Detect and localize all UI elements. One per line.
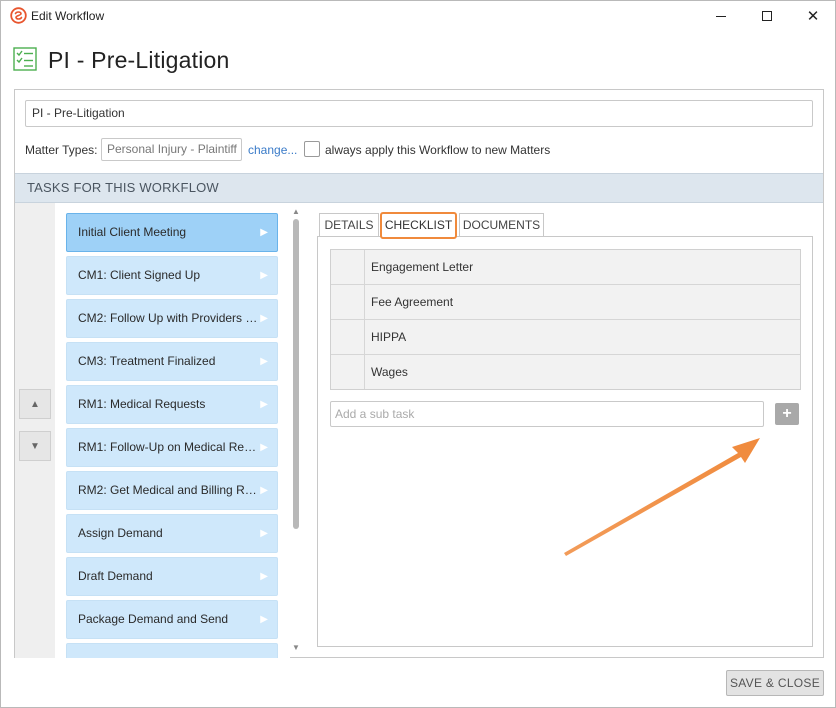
save-close-button[interactable]: SAVE & CLOSE [726, 670, 824, 696]
arrow-down-icon: ▼ [30, 440, 40, 452]
always-apply-checkbox[interactable] [304, 141, 320, 157]
matter-types-label: Matter Types: [25, 143, 98, 157]
checklist-table: Engagement Letter Fee Agreement HIPPA Wa… [330, 249, 801, 390]
chevron-right-icon: ▶ [260, 227, 268, 238]
add-subtask-input[interactable]: Add a sub task [330, 401, 764, 427]
chevron-right-icon: ▶ [260, 614, 268, 625]
checklist-item-label: HIPPA [371, 330, 407, 344]
task-item[interactable]: CM3: Treatment Finalized ▶ [66, 342, 278, 381]
task-item[interactable]: RM1: Follow-Up on Medical Req... ▶ [66, 428, 278, 467]
drag-handle-icon[interactable] [331, 355, 365, 389]
reorder-column: ▲ ▼ [15, 203, 55, 658]
plus-icon: + [782, 405, 792, 422]
chevron-right-icon: ▶ [260, 356, 268, 367]
task-item-label: RM1: Follow-Up on Medical Req... [78, 440, 260, 454]
close-button[interactable]: ✕ [790, 1, 836, 31]
chevron-right-icon: ▶ [260, 571, 268, 582]
checklist-icon [13, 47, 37, 71]
task-item[interactable]: Initial Client Meeting ▶ [66, 213, 278, 252]
task-item[interactable] [66, 643, 278, 658]
task-item-label: RM2: Get Medical and Billing Re... [78, 483, 260, 497]
task-item-label: Initial Client Meeting [78, 225, 187, 239]
drag-handle-icon[interactable] [331, 320, 365, 354]
add-subtask-button[interactable]: + [775, 403, 799, 425]
page-title: PI - Pre-Litigation [48, 47, 230, 73]
chevron-right-icon: ▶ [260, 313, 268, 324]
maximize-icon [762, 11, 772, 21]
checklist-row[interactable]: HIPPA [331, 320, 800, 355]
tab-checklist[interactable]: CHECKLIST [380, 212, 457, 239]
edit-workflow-window: Edit Workflow ✕ PI - Pre-Litigation PI -… [0, 0, 836, 708]
move-up-button[interactable]: ▲ [19, 389, 51, 419]
task-item[interactable]: CM1: Client Signed Up ▶ [66, 256, 278, 295]
checklist-item-label: Fee Agreement [371, 295, 454, 309]
task-item-label: RM1: Medical Requests [78, 397, 206, 411]
window-title: Edit Workflow [31, 9, 105, 23]
task-item[interactable]: RM1: Medical Requests ▶ [66, 385, 278, 424]
checklist-row[interactable]: Engagement Letter [331, 250, 800, 285]
drag-handle-icon[interactable] [331, 285, 365, 319]
task-item-label: Draft Demand [78, 569, 153, 583]
scroll-up-icon[interactable]: ▲ [292, 207, 300, 216]
minimize-button[interactable] [698, 1, 744, 31]
checklist-item-label: Engagement Letter [371, 260, 474, 274]
task-item-label: CM1: Client Signed Up [78, 268, 201, 282]
task-item[interactable]: RM2: Get Medical and Billing Re... ▶ [66, 471, 278, 510]
minimize-icon [716, 15, 726, 17]
arrow-up-icon: ▲ [30, 398, 40, 410]
checklist-item-label: Wages [371, 365, 408, 379]
drag-handle-icon[interactable] [331, 250, 365, 284]
workflow-name-input[interactable]: PI - Pre-Litigation [25, 100, 813, 127]
task-item[interactable]: CM2: Follow Up with Providers a... ▶ [66, 299, 278, 338]
change-matter-types-link[interactable]: change... [248, 143, 297, 157]
maximize-button[interactable] [744, 1, 790, 31]
matter-types-field: Personal Injury - Plaintiff [101, 138, 242, 161]
task-item[interactable]: Draft Demand ▶ [66, 557, 278, 596]
app-logo-icon [10, 7, 27, 24]
scrollbar-thumb[interactable] [293, 219, 299, 529]
chevron-right-icon: ▶ [260, 485, 268, 496]
close-icon: ✕ [806, 8, 820, 25]
checklist-row[interactable]: Fee Agreement [331, 285, 800, 320]
tab-documents[interactable]: DOCUMENTS [459, 213, 544, 237]
tasks-section-header: TASKS FOR THIS WORKFLOW [15, 173, 823, 203]
workflow-panel: PI - Pre-Litigation Matter Types: Person… [14, 89, 824, 658]
chevron-right-icon: ▶ [260, 442, 268, 453]
scroll-down-icon[interactable]: ▼ [292, 643, 300, 652]
task-list: Initial Client Meeting ▶ CM1: Client Sig… [55, 203, 290, 658]
task-item[interactable]: Package Demand and Send ▶ [66, 600, 278, 639]
task-item-label: CM3: Treatment Finalized [78, 354, 216, 368]
task-item-label: Assign Demand [78, 526, 163, 540]
chevron-right-icon: ▶ [260, 399, 268, 410]
always-apply-label[interactable]: always apply this Workflow to new Matter… [325, 143, 550, 157]
task-list-scrollbar[interactable]: ▲ ▼ [291, 203, 303, 658]
checklist-row[interactable]: Wages [331, 355, 800, 390]
task-item[interactable]: Assign Demand ▶ [66, 514, 278, 553]
move-down-button[interactable]: ▼ [19, 431, 51, 461]
chevron-right-icon: ▶ [260, 528, 268, 539]
chevron-right-icon: ▶ [260, 270, 268, 281]
task-item-label: Package Demand and Send [78, 612, 229, 626]
title-bar: Edit Workflow ✕ [1, 1, 835, 31]
task-item-label: CM2: Follow Up with Providers a... [78, 311, 260, 325]
tab-details[interactable]: DETAILS [319, 213, 379, 237]
